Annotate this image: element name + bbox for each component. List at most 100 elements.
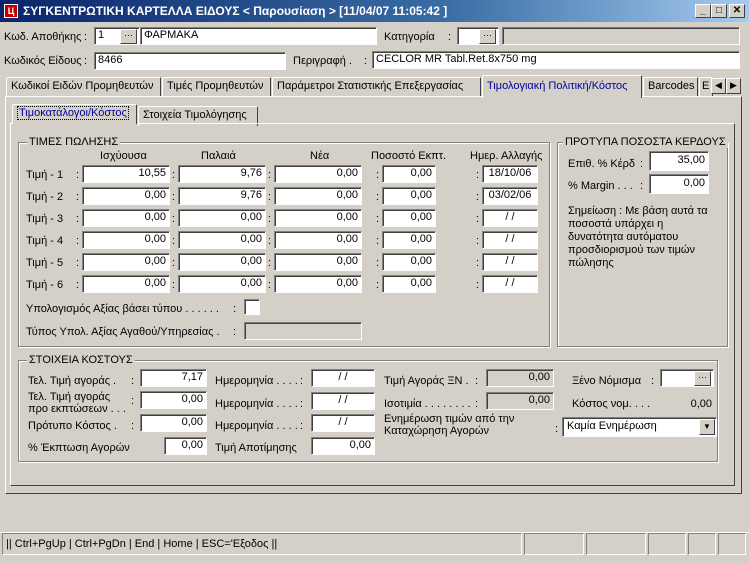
last-price-field[interactable]: 7,17 [140, 369, 207, 387]
colon: : [640, 158, 644, 170]
status-cell [718, 533, 746, 555]
tab-supplier-codes[interactable]: Κωδικοί Ειδών Προμηθευτών [6, 77, 161, 97]
col-old: Παλαιά [201, 150, 236, 162]
tab-pricing-policy[interactable]: Τιμολογιακή Πολιτική/Κόστος [482, 75, 642, 98]
colon: : [376, 257, 380, 269]
colon: : [172, 191, 176, 203]
col-current: Ισχύουσα [100, 150, 147, 162]
price-old-field[interactable]: 9,76 [178, 165, 266, 183]
price-new-field[interactable]: 0,00 [274, 187, 362, 205]
date-field-2[interactable]: / / [311, 392, 375, 410]
margin-percent-field[interactable]: 0,00 [649, 174, 709, 194]
close-button[interactable]: ✕ [729, 4, 745, 18]
date-field-1[interactable]: / / [311, 369, 375, 387]
price-date-field[interactable]: 18/10/06 [482, 165, 538, 183]
maximize-button[interactable]: □ [711, 4, 727, 18]
price-date-field[interactable]: / / [482, 275, 538, 293]
cost-nom-value: 0,00 [690, 398, 712, 410]
currency-lookup-button[interactable]: ··· [694, 371, 711, 386]
tab-statistics-params[interactable]: Παράμετροι Στατιστικής Επεξεργασίας [272, 77, 481, 97]
price-new-field[interactable]: 0,00 [274, 253, 362, 271]
colon: : [84, 55, 88, 67]
price-new-field[interactable]: 0,00 [274, 231, 362, 249]
purchase-discount-field[interactable]: 0,00 [164, 437, 207, 455]
price-current-field[interactable]: 0,00 [82, 275, 170, 293]
minimize-button[interactable]: _ [695, 4, 711, 18]
colon: : [268, 213, 272, 225]
colon: : [268, 235, 272, 247]
price-current-field[interactable]: 10,55 [82, 165, 170, 183]
chevron-down-icon[interactable]: ▼ [699, 419, 715, 435]
standard-cost-label: Πρότυπο Κόστος . [28, 420, 117, 432]
category-lookup-button[interactable]: ··· [479, 29, 496, 44]
price-date-field[interactable]: / / [482, 231, 538, 249]
price-new-field[interactable]: 0,00 [274, 165, 362, 183]
parity-field: 0,00 [486, 392, 554, 410]
price-new-field[interactable]: 0,00 [274, 209, 362, 227]
colon: : [476, 169, 480, 181]
price-old-field[interactable]: 9,76 [178, 187, 266, 205]
colon: : [476, 213, 480, 225]
foreign-price-label: Τιμή Αγοράς ΞΝ . [384, 375, 469, 387]
price-date-field[interactable]: / / [482, 253, 538, 271]
tab-supplier-prices[interactable]: Τιμές Προμηθευτών [162, 77, 271, 97]
ellipsis-icon: ··· [124, 30, 133, 40]
update-prices-label: Ενημέρωση τιμών από την Καταχώρηση Αγορώ… [384, 413, 515, 437]
colon: : [84, 31, 88, 43]
warehouse-lookup-button[interactable]: ··· [120, 29, 137, 44]
price-current-field[interactable]: 0,00 [82, 231, 170, 249]
price-disc-field[interactable]: 0,00 [382, 253, 436, 271]
tab-scroll-left-button[interactable]: ◀ [711, 78, 726, 94]
colon: : [448, 31, 452, 43]
col-discount: Ποσοστό Εκπτ. [371, 150, 447, 162]
price-disc-field[interactable]: 0,00 [382, 187, 436, 205]
colon: : [376, 169, 380, 181]
item-code-field[interactable]: 8466 [94, 52, 286, 70]
triangle-right-icon: ▶ [730, 80, 737, 90]
colon: : [233, 303, 237, 315]
price-current-field[interactable]: 0,00 [82, 187, 170, 205]
price-current-field[interactable]: 0,00 [82, 209, 170, 227]
description-field[interactable]: CECLOR MR Tabl.Ret.8x750 mg [372, 51, 740, 69]
profit-margins-title: ΠΡΟΤΥΠΑ ΠΟΣΟΣΤΑ ΚΕΡΔΟΥΣ [563, 136, 728, 148]
margin-label: % Margin . . . [568, 180, 633, 192]
price-disc-field[interactable]: 0,00 [382, 209, 436, 227]
colon: : [172, 213, 176, 225]
price-date-field[interactable]: / / [482, 209, 538, 227]
subtab-pricelists-cost[interactable]: Τιμοκατάλογοι/Κόστος [12, 104, 137, 124]
last-price-predisc-field[interactable]: 0,00 [140, 391, 207, 409]
price-old-field[interactable]: 0,00 [178, 231, 266, 249]
price-old-field[interactable]: 0,00 [178, 253, 266, 271]
profit-percent-field[interactable]: 35,00 [649, 151, 709, 171]
price-old-field[interactable]: 0,00 [178, 275, 266, 293]
cost-nom-label: Κόστος νομ. . . . [572, 398, 651, 410]
warehouse-name-field[interactable]: ΦΑΡΜΑΚΑ [140, 27, 377, 45]
last-price-label: Τελ. Τιμή αγοράς . [28, 375, 117, 387]
category-label: Κατηγορία [384, 31, 435, 43]
valuation-type-label: Τύπος Υπολ. Αξίας Αγαθού/Υπηρεσίας . [26, 326, 220, 338]
tab-barcodes[interactable]: Barcodes [643, 77, 698, 97]
subtab-label: Τιμοκατάλογοι/Κόστος [17, 106, 129, 120]
valuation-label: Τιμή Αποτίμησης [215, 442, 297, 454]
calc-by-formula-checkbox[interactable] [244, 299, 260, 315]
update-prices-select[interactable]: Καμία Ενημέρωση ▼ [562, 417, 717, 437]
price-old-field[interactable]: 0,00 [178, 209, 266, 227]
colon: : [376, 191, 380, 203]
colon: : [475, 398, 479, 410]
colon: : [76, 169, 80, 181]
price-disc-field[interactable]: 0,00 [382, 231, 436, 249]
valuation-field[interactable]: 0,00 [311, 437, 375, 455]
standard-cost-field[interactable]: 0,00 [140, 414, 207, 432]
update-prices-value: Καμία Ενημέρωση [567, 420, 657, 432]
price-date-field[interactable]: 03/02/06 [482, 187, 538, 205]
price-current-field[interactable]: 0,00 [82, 253, 170, 271]
colon: : [76, 191, 80, 203]
price-disc-field[interactable]: 0,00 [382, 275, 436, 293]
colon: : [233, 326, 237, 338]
tab-scroll-right-button[interactable]: ▶ [726, 78, 741, 94]
status-keys: || Ctrl+PgUp | Ctrl+PgDn | End | Home | … [2, 533, 522, 555]
ellipsis-icon: ··· [483, 30, 492, 40]
date-field-3[interactable]: / / [311, 414, 375, 432]
price-new-field[interactable]: 0,00 [274, 275, 362, 293]
price-disc-field[interactable]: 0,00 [382, 165, 436, 183]
